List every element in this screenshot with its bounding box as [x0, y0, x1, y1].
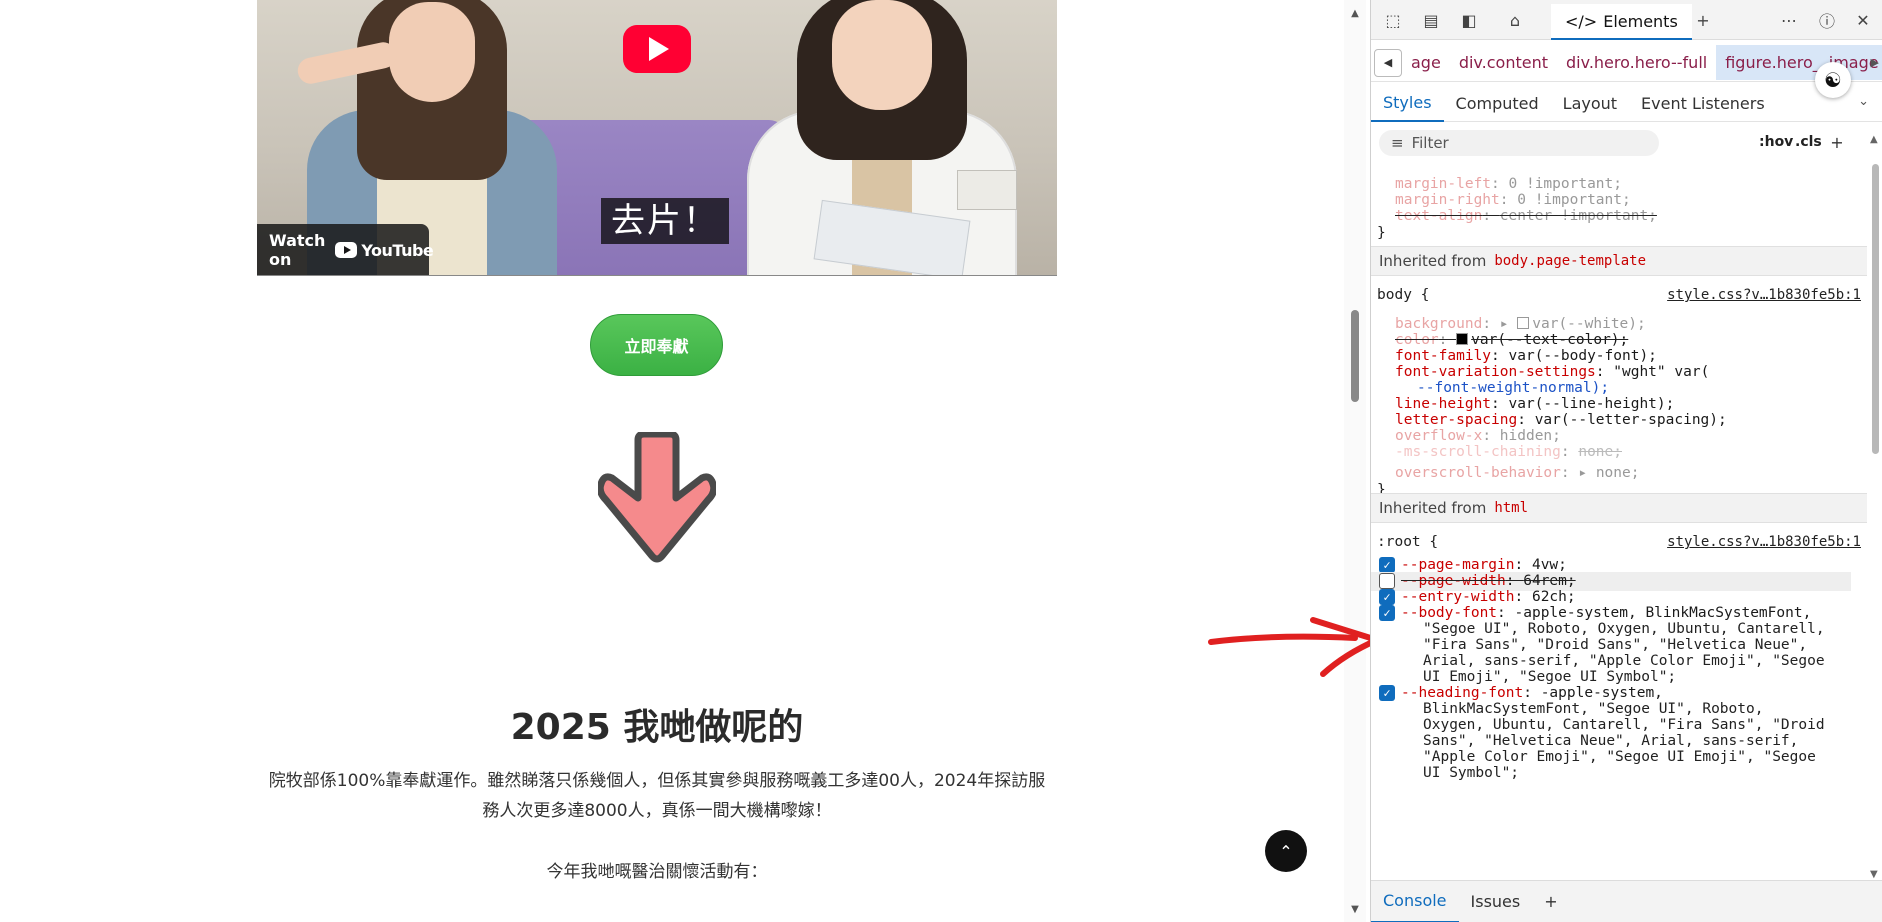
web-page: 去片！ Watch on YouTube 立即奉獻 2025 我哋做呢的 院牧部… [0, 0, 1352, 922]
tab-event-listeners[interactable]: Event Listeners [1629, 86, 1777, 122]
tab-issues[interactable]: Issues [1459, 881, 1533, 922]
wall-outlet [957, 170, 1017, 210]
tab-console[interactable]: Console [1371, 881, 1459, 922]
chevron-up-icon: ⌃ [1279, 841, 1293, 861]
section-subheading: 今年我哋嘅醫治關懷活動有： [546, 862, 768, 882]
tab-styles[interactable]: Styles [1371, 86, 1444, 122]
css-declaration[interactable]: overscroll-behavior: ▸ none; [1395, 464, 1639, 483]
declaration-checkbox-checked[interactable]: ✓ [1379, 557, 1395, 573]
devtools-panel: ⬚ ▤ ◧ ⌂ </> Elements + ⋯ ⓘ ✕ ◀ age div.c… [1370, 0, 1882, 922]
devtools-toolbar: ⬚ ▤ ◧ ⌂ </> Elements + ⋯ ⓘ ✕ [1371, 0, 1882, 40]
css-declaration-invalid[interactable]: -ms-scroll-chaining: none; [1395, 443, 1622, 462]
more-options-icon[interactable]: ⋯ [1777, 8, 1801, 32]
styles-subtabs: Styles Computed Layout Event Listeners ⌄ [1371, 86, 1882, 122]
scroll-up-arrow-icon[interactable]: ▲ [1870, 134, 1878, 145]
tab-computed[interactable]: Computed [1444, 86, 1551, 122]
youtube-embed[interactable]: 去片！ Watch on YouTube [257, 0, 1057, 276]
breadcrumb-item[interactable]: age [1402, 53, 1450, 72]
code-tags-icon: </> [1565, 11, 1598, 31]
help-icon[interactable]: ⓘ [1815, 8, 1839, 32]
add-tab-icon[interactable]: + [1691, 8, 1715, 32]
hov-toggle[interactable]: :hov [1759, 134, 1793, 150]
page-scroll-thumb[interactable] [1351, 310, 1359, 402]
back-to-top-button[interactable]: ⌃ [1265, 830, 1307, 872]
watch-on-youtube-button[interactable]: Watch on YouTube [257, 224, 434, 275]
declaration-checkbox-checked[interactable]: ✓ [1379, 589, 1395, 605]
new-rule-icon[interactable]: + [1825, 130, 1849, 154]
styles-pane: margin-left: 0 !important; margin-right:… [1371, 162, 1867, 880]
page-scrollbar[interactable]: ▲ ▼ [1344, 0, 1366, 922]
expand-triangle-icon: ▸ [1578, 465, 1596, 481]
breadcrumb-left-icon[interactable]: ◀ [1374, 48, 1402, 77]
home-icon[interactable]: ⌂ [1503, 8, 1527, 32]
filter-placeholder: Filter [1411, 134, 1449, 152]
chevron-down-icon[interactable]: ⌄ [1858, 94, 1869, 109]
youtube-logo-text: YouTube [361, 240, 434, 260]
dock-side-icon[interactable]: ◧ [1457, 8, 1481, 32]
inherited-label: Inherited from [1379, 499, 1487, 517]
declaration-checkbox-checked[interactable]: ✓ [1379, 685, 1395, 701]
section-body: 院牧部係100%靠奉獻運作。雖然睇落只係幾個人，但係其實參與服務嘅義工多達00人… [268, 771, 1046, 821]
cls-toggle[interactable]: .cls [1795, 134, 1822, 150]
inherited-from-body: Inherited from body.page-template [1371, 246, 1867, 276]
dom-breadcrumb: ◀ age div.content div.hero.hero--full fi… [1371, 44, 1882, 82]
scroll-down-arrow-icon[interactable]: ▼ [1348, 904, 1362, 915]
source-link[interactable]: style.css?v…1b830fe5b:1 [1667, 286, 1861, 305]
color-swatch [1456, 333, 1469, 345]
inherited-from-html: Inherited from html [1371, 493, 1867, 523]
scroll-down-arrow-icon[interactable]: ▼ [1870, 869, 1878, 880]
styles-filter-bar: ≡ Filter :hov .cls + [1371, 126, 1882, 160]
rule-close-brace: } [1377, 225, 1386, 241]
color-swatch [1517, 317, 1530, 329]
inherited-selector[interactable]: html [1494, 500, 1528, 516]
scroll-up-arrow-icon[interactable]: ▲ [1348, 8, 1362, 19]
video-person-right [727, 0, 1027, 275]
filter-icon: ≡ [1391, 134, 1404, 152]
source-link[interactable]: style.css?v…1b830fe5b:1 [1667, 533, 1861, 552]
styles-scroll-thumb[interactable] [1872, 164, 1879, 454]
styles-scrollbar[interactable]: ▲ ▼ [1867, 134, 1882, 880]
tab-elements-label: Elements [1603, 11, 1678, 31]
rule-selector[interactable]: body { [1377, 286, 1429, 305]
css-declaration-overridden[interactable]: text-align: center !important; [1395, 207, 1657, 226]
close-icon[interactable]: ✕ [1851, 8, 1875, 32]
donate-button[interactable]: 立即奉獻 [590, 314, 723, 376]
rule-selector[interactable]: :root { [1377, 533, 1438, 552]
declaration-checkbox-unchecked[interactable] [1379, 573, 1395, 589]
watch-on-label: Watch on [269, 231, 326, 269]
red-annotation-arrow [1208, 617, 1380, 677]
add-drawer-tab-icon[interactable]: + [1532, 881, 1569, 922]
tab-layout[interactable]: Layout [1551, 86, 1629, 122]
down-arrow-icon [598, 432, 716, 563]
styles-filter-input[interactable]: ≡ Filter [1379, 130, 1659, 156]
breadcrumb-right-icon[interactable]: ▶ [1871, 56, 1879, 69]
youtube-logo: YouTube [335, 240, 434, 260]
css-value-continuation: UI Symbol"; [1423, 765, 1520, 781]
video-subtitle: 去片！ [601, 198, 729, 244]
declaration-checkbox-checked[interactable]: ✓ [1379, 605, 1395, 621]
breadcrumb-item[interactable]: div.content [1450, 53, 1557, 72]
section-title: 2025 我哋做呢的 [510, 707, 804, 748]
drawer-tabs: Console Issues + [1371, 880, 1882, 922]
breadcrumb-item-active[interactable]: figure.hero__image [1716, 45, 1882, 80]
inspect-element-icon[interactable]: ⬚ [1381, 8, 1405, 32]
youtube-play-icon[interactable] [623, 25, 691, 73]
tab-elements[interactable]: </> Elements [1551, 4, 1692, 40]
breadcrumb-item[interactable]: div.hero.hero--full [1557, 53, 1716, 72]
expand-triangle-icon: ▸ [1499, 316, 1518, 332]
inherited-label: Inherited from [1379, 252, 1487, 270]
youtube-logo-icon [335, 242, 358, 258]
inherited-selector[interactable]: body.page-template [1494, 253, 1646, 269]
device-emulation-icon[interactable]: ▤ [1419, 8, 1443, 32]
